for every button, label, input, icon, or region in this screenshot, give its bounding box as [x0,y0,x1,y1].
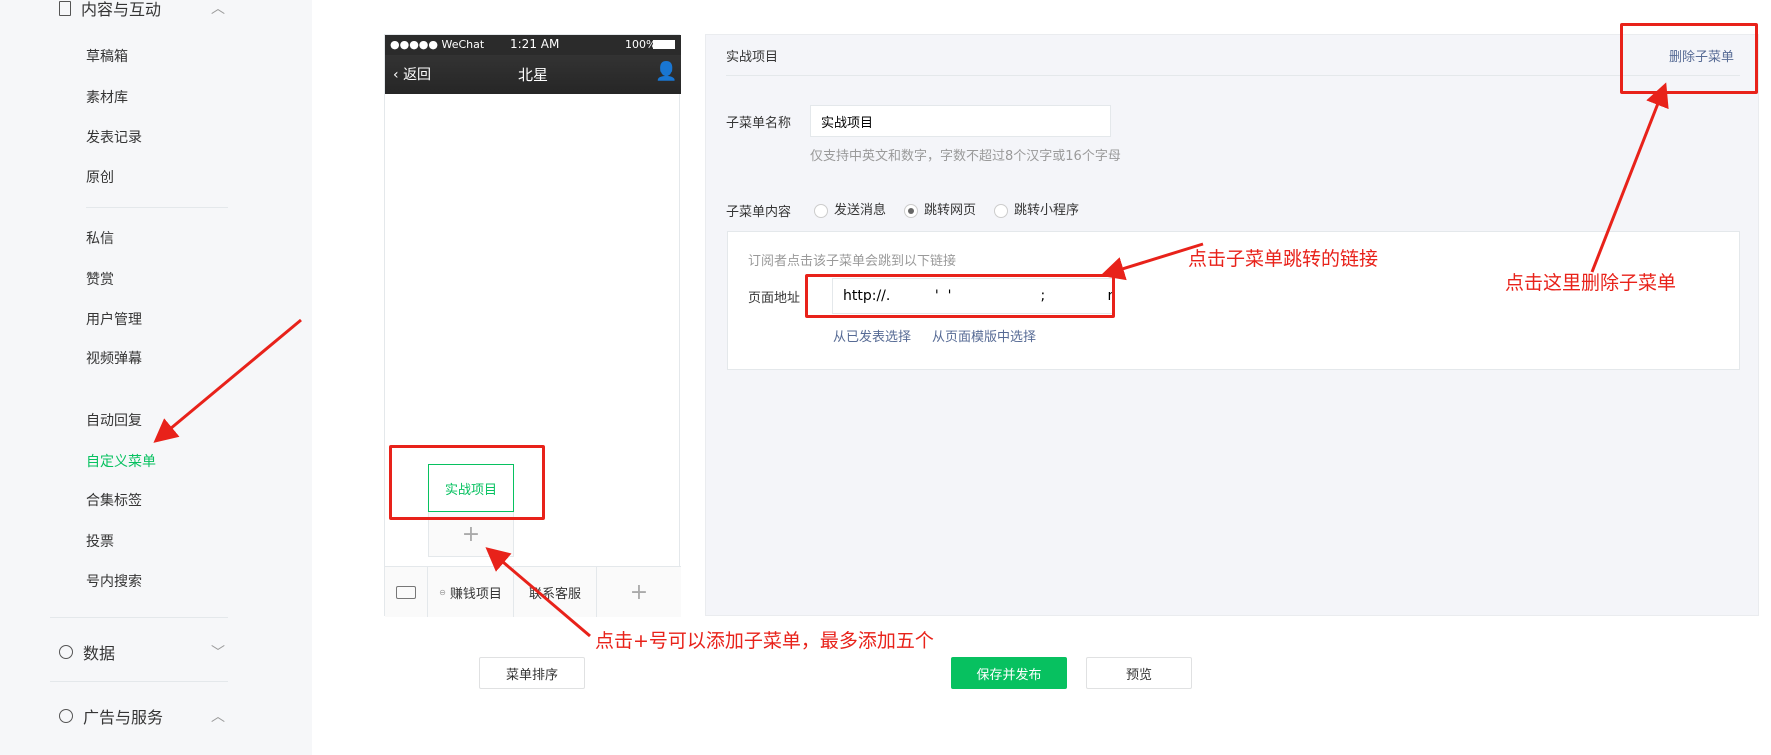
submenu-dot-icon: ⊖ [439,587,446,597]
radio-icon [994,203,1009,218]
radio-label: 跳转网页 [924,203,977,218]
phone-preview: ●●●●● WeChat 1:21 AM 100% ‹ 返回 北星 👤 实战项目… [384,34,681,617]
sidebar-item-users[interactable]: 用户管理 [86,309,142,329]
sidebar-item-publish-records[interactable]: 发表记录 [86,127,142,147]
preview-button[interactable]: 预览 [1086,657,1192,689]
menu-bar: ⊖ 赚钱项目 联系客服 + [385,566,681,617]
divider [726,75,1740,76]
radio-label: 发送消息 [834,203,887,218]
menu-label: 赚钱项目 [449,586,502,602]
user-icon[interactable]: 👤 [655,61,677,82]
annotation-delete-note: 点击这里删除子菜单 [1505,272,1677,294]
section-label: 内容与互动 [81,0,162,19]
pick-template-link[interactable]: 从页面模版中选择 [932,326,1036,345]
submenu-editor: 实战项目 删除子菜单 子菜单名称 仅支持中英文和数字，字数不超过8个汉字或16个… [705,34,1759,616]
sidebar-item-materials[interactable]: 素材库 [86,87,128,107]
pick-published-link[interactable]: 从已发表选择 [833,326,911,345]
content-label: 子菜单内容 [726,205,792,220]
sidebar-section-data[interactable]: 数据 ﹀ [59,640,225,664]
chevron-up-icon: ︿ [211,709,225,725]
sidebar: 内容与互动 ︿ 草稿箱 素材库 发表记录 原创 私信 赞赏 用户管理 视频弹幕 … [0,0,312,755]
document-icon [59,0,71,16]
radio-label: 跳转小程序 [1014,203,1080,218]
radio-send-message[interactable]: 发送消息 [814,199,886,218]
menu-item-earn[interactable]: ⊖ 赚钱项目 [428,567,514,617]
clock: 1:21 AM [510,37,560,51]
sidebar-section-content[interactable]: 内容与互动 ︿ [59,0,225,20]
sidebar-item-messages[interactable]: 私信 [86,228,114,248]
menu-item-contact[interactable]: 联系客服 [514,567,597,617]
submenu-name-input[interactable] [810,105,1111,137]
account-title: 北星 [517,66,548,84]
keyboard-icon[interactable] [385,567,428,617]
divider [50,681,228,682]
radio-checked-icon [904,203,919,218]
pie-chart-icon [59,645,73,659]
radio-miniprogram[interactable]: 跳转小程序 [994,199,1079,218]
nav-bar: ‹ 返回 北星 👤 [385,55,681,94]
radio-icon [814,203,828,218]
sidebar-item-rewards[interactable]: 赞赏 [86,269,114,289]
annotation-add-note: 点击+号可以添加子菜单，最多添加五个 [595,630,934,652]
status-bar: ●●●●● WeChat 1:21 AM 100% [385,35,681,55]
sort-menu-button[interactable]: 菜单排序 [479,657,585,689]
divider [50,617,228,618]
content-type-radio-group: 发送消息 跳转网页 跳转小程序 [814,199,1079,218]
battery-icon [653,40,675,49]
name-label: 子菜单名称 [726,116,792,131]
compass-icon [59,709,73,723]
annotation-box-submenu [389,445,545,520]
sidebar-item-collections[interactable]: 合集标签 [86,490,142,510]
save-publish-button[interactable]: 保存并发布 [951,657,1067,689]
sidebar-item-danmaku[interactable]: 视频弹幕 [86,348,142,368]
name-hint: 仅支持中英文和数字，字数不超过8个汉字或16个字母 [810,149,1121,164]
sidebar-item-custom-menu[interactable]: 自定义菜单 [86,451,156,471]
editor-title: 实战项目 [726,50,779,65]
chevron-down-icon: ﹀ [211,645,225,661]
add-menu-button[interactable]: + [597,567,681,617]
sidebar-section-ads[interactable]: 广告与服务 ︿ [59,704,225,728]
annotation-box-url [805,274,1115,318]
sidebar-item-auto-reply[interactable]: 自动回复 [86,410,142,430]
link-description: 订阅者点击该子菜单会跳到以下链接 [748,254,957,269]
carrier: ●●●●● WeChat [390,38,485,51]
chevron-up-icon: ︿ [211,1,225,17]
divider [86,207,228,208]
section-label: 广告与服务 [83,708,164,727]
annotation-link-note: 点击子菜单跳转的链接 [1188,248,1379,270]
sidebar-item-drafts[interactable]: 草稿箱 [86,46,128,66]
radio-open-webpage[interactable]: 跳转网页 [904,199,976,218]
section-label: 数据 [83,644,116,663]
annotation-box-delete [1620,23,1758,94]
sidebar-item-original[interactable]: 原创 [86,167,114,187]
sidebar-item-search[interactable]: 号内搜索 [86,571,142,591]
sidebar-item-vote[interactable]: 投票 [86,531,114,551]
url-label: 页面地址 [748,291,801,306]
battery-level: 100% [625,38,657,51]
